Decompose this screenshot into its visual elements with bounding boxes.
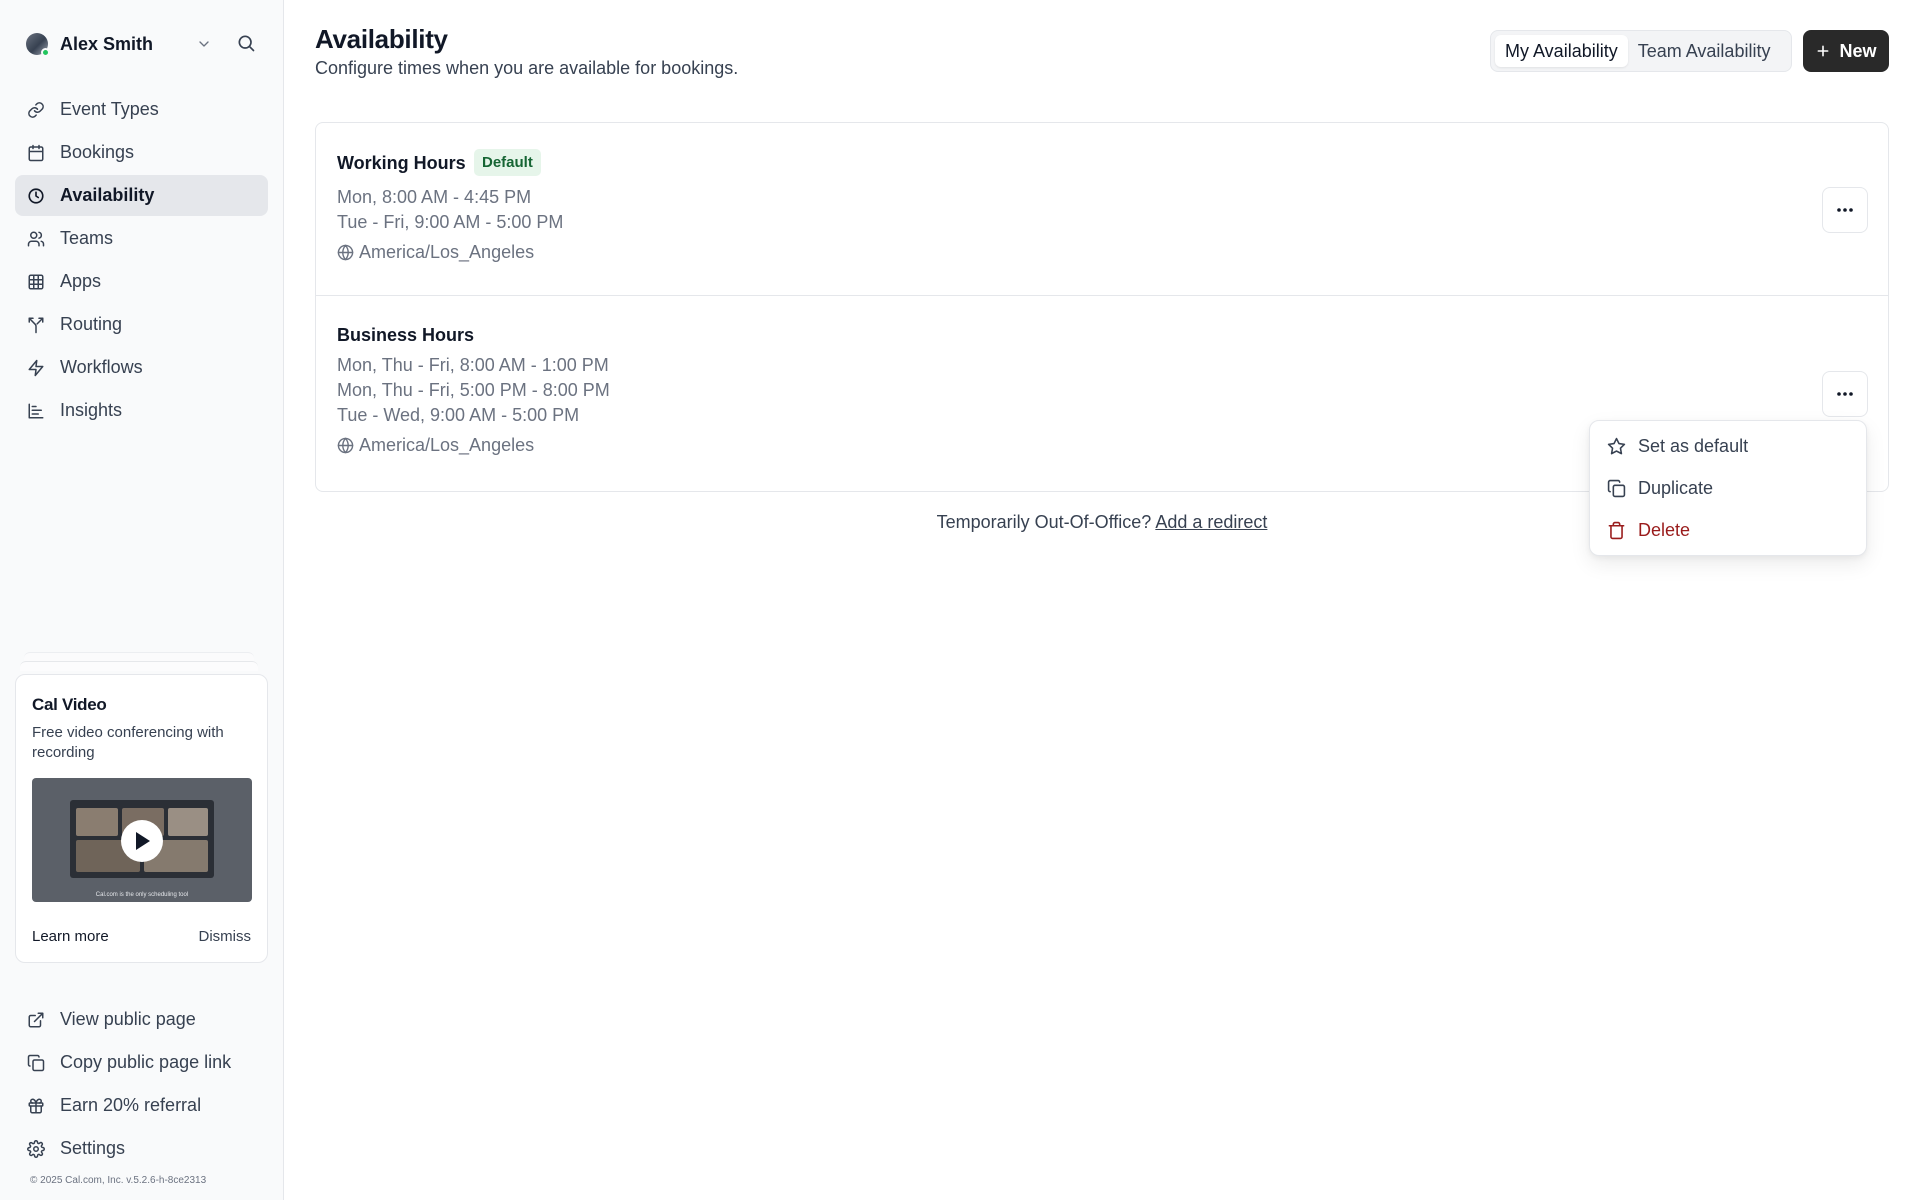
timezone-label: America/Los_Angeles — [359, 435, 535, 455]
video-tile — [168, 808, 208, 836]
menu-item-set-default[interactable]: Set as default — [1590, 425, 1866, 467]
tab-team-availability[interactable]: Team Availability — [1628, 35, 1781, 67]
menu-item-label: Duplicate — [1638, 477, 1714, 498]
nav-item-label: Routing — [60, 314, 123, 334]
ellipsis-icon — [1836, 207, 1854, 213]
tab-my-availability[interactable]: My Availability — [1495, 35, 1628, 67]
calendar-icon — [26, 143, 46, 163]
timezone: America/Los_Angeles — [337, 242, 534, 263]
copy-icon — [1606, 478, 1626, 498]
promo-video-thumbnail[interactable]: Cal.com is the only scheduling tool — [32, 778, 252, 902]
promo-card: Cal Video Free video conferencing with r… — [15, 674, 268, 963]
external-link-icon — [26, 1010, 46, 1030]
globe-icon — [337, 244, 354, 261]
main-nav: Event Types Bookings Availability Teams … — [15, 89, 268, 433]
user-name: Alex Smith — [60, 33, 154, 54]
nav-item-availability[interactable]: Availability — [15, 175, 268, 216]
nav-item-insights[interactable]: Insights — [15, 390, 268, 431]
nav-item-label: Settings — [60, 1138, 126, 1158]
schedule-line: Mon, 8:00 AM - 4:45 PM — [337, 187, 532, 207]
bar-chart-icon — [26, 401, 46, 421]
nav-item-apps[interactable]: Apps — [15, 261, 268, 302]
more-options-button[interactable] — [1822, 187, 1868, 233]
nav-item-label: Workflows — [60, 357, 143, 377]
nav-item-copy-public-link[interactable]: Copy public page link — [15, 1042, 268, 1083]
users-icon — [26, 229, 46, 249]
dismiss-button[interactable]: Dismiss — [199, 928, 252, 945]
grid-icon — [26, 272, 46, 292]
sidebar: Alex Smith Event Types Bookings Availabi… — [0, 0, 284, 1200]
nav-item-referral[interactable]: Earn 20% referral — [15, 1085, 268, 1126]
timezone: America/Los_Angeles — [337, 435, 534, 456]
split-icon — [26, 315, 46, 335]
add-redirect-link[interactable]: Add a redirect — [1155, 512, 1267, 532]
schedule-name: Business Hours — [337, 325, 475, 345]
default-badge: Default — [474, 149, 541, 176]
schedule-line: Tue - Fri, 9:00 AM - 5:00 PM — [337, 212, 564, 232]
nav-item-label: View public page — [60, 1009, 196, 1029]
ellipsis-icon — [1836, 391, 1854, 397]
promo-description: Free video conferencing with recording — [32, 724, 224, 761]
user-menu[interactable]: Alex Smith — [26, 30, 262, 58]
nav-item-event-types[interactable]: Event Types — [15, 89, 268, 130]
nav-item-routing[interactable]: Routing — [15, 304, 268, 345]
schedule-name: Working Hours — [337, 153, 466, 173]
plus-icon — [1815, 43, 1831, 59]
page-subtitle: Configure times when you are available f… — [315, 58, 739, 78]
trash-icon — [1606, 520, 1626, 540]
nav-item-settings[interactable]: Settings — [15, 1128, 268, 1169]
nav-item-label: Event Types — [60, 99, 159, 119]
avatar — [26, 33, 50, 57]
gift-icon — [26, 1096, 46, 1116]
clock-icon — [26, 186, 46, 206]
copy-icon — [26, 1053, 46, 1073]
link-icon — [26, 100, 46, 120]
copyright: © 2025 Cal.com, Inc. v.5.2.6-h-8ce2313 — [30, 1175, 207, 1186]
menu-item-duplicate[interactable]: Duplicate — [1590, 467, 1866, 509]
page-title: Availability — [315, 24, 448, 54]
schedule-line: Tue - Wed, 9:00 AM - 5:00 PM — [337, 405, 580, 425]
nav-item-label: Apps — [60, 271, 102, 291]
search-icon[interactable] — [236, 33, 256, 53]
schedule-options-menu: Set as default Duplicate Delete — [1589, 420, 1867, 556]
timezone-label: America/Los_Angeles — [359, 242, 535, 262]
nav-item-bookings[interactable]: Bookings — [15, 132, 268, 173]
new-button-label: New — [1839, 40, 1877, 61]
bottom-nav: View public page Copy public page link E… — [15, 999, 268, 1171]
video-tile — [76, 808, 118, 836]
gear-icon — [26, 1139, 46, 1159]
nav-item-label: Insights — [60, 400, 123, 420]
zap-icon — [26, 358, 46, 378]
nav-item-label: Earn 20% referral — [60, 1095, 202, 1115]
schedule-line: Mon, Thu - Fri, 5:00 PM - 8:00 PM — [337, 380, 610, 400]
schedule-row[interactable]: Working Hours Default Mon, 8:00 AM - 4:4… — [316, 123, 1888, 296]
star-icon — [1606, 436, 1626, 456]
nav-item-view-public-page[interactable]: View public page — [15, 999, 268, 1040]
nav-item-label: Bookings — [60, 142, 135, 162]
ooo-text: Temporarily Out-Of-Office? — [936, 512, 1152, 532]
chevron-down-icon[interactable] — [196, 36, 212, 52]
learn-more-link[interactable]: Learn more — [32, 928, 109, 945]
nav-item-teams[interactable]: Teams — [15, 218, 268, 259]
video-caption: Cal.com is the only scheduling tool — [95, 892, 189, 898]
menu-item-label: Set as default — [1638, 435, 1749, 456]
nav-item-workflows[interactable]: Workflows — [15, 347, 268, 388]
availability-toggle: My Availability Team Availability — [1490, 30, 1792, 72]
menu-item-label: Delete — [1638, 519, 1691, 540]
new-schedule-button[interactable]: New — [1803, 30, 1889, 72]
play-icon[interactable] — [121, 820, 163, 862]
online-status-dot — [41, 48, 50, 57]
promo-brand: Cal Video — [32, 695, 107, 714]
nav-item-label: Teams — [60, 228, 114, 248]
menu-item-delete[interactable]: Delete — [1590, 509, 1866, 551]
globe-icon — [337, 437, 354, 454]
nav-item-label: Copy public page link — [60, 1052, 232, 1072]
promo-stack-shadow — [20, 661, 258, 671]
nav-item-label: Availability — [60, 185, 155, 205]
more-options-button-active[interactable] — [1822, 371, 1868, 417]
schedule-line: Mon, Thu - Fri, 8:00 AM - 1:00 PM — [337, 355, 609, 375]
